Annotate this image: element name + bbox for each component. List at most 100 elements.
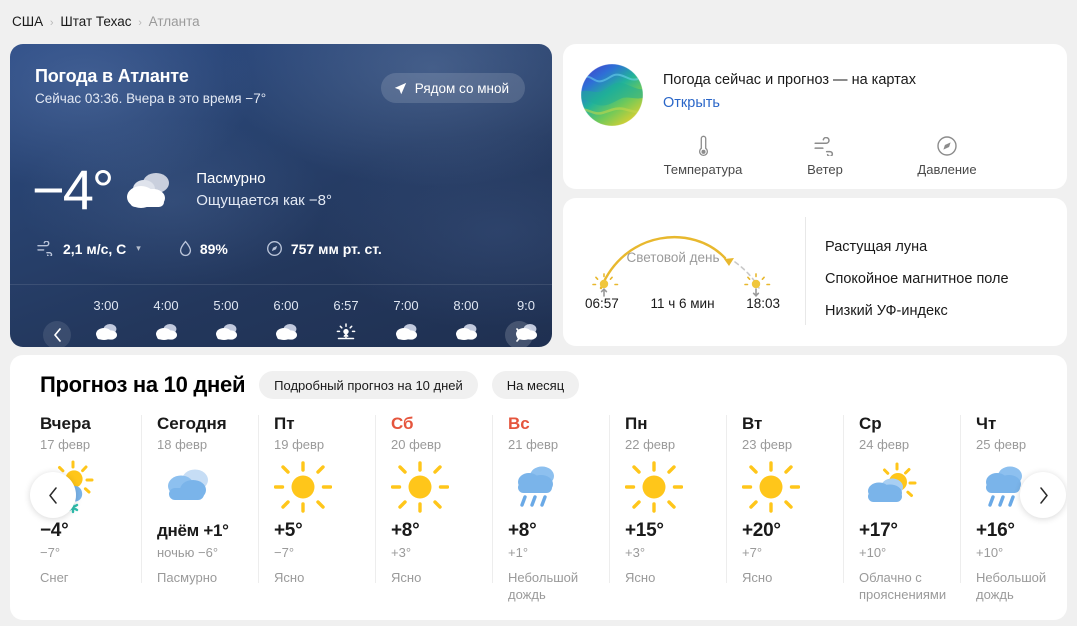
day-condition: Ясно (391, 570, 422, 585)
day-temperature: +17° (859, 520, 898, 541)
humidity-drop-icon (179, 240, 192, 257)
night-temperature: −7° (274, 545, 295, 560)
cloudy-icon (436, 317, 496, 347)
day-name: Вчера (40, 414, 91, 433)
feels-like-text: Ощущается как −8° (196, 192, 333, 209)
ten-day-forecast-card: Прогноз на 10 дней Подробный прогноз на … (10, 355, 1067, 620)
forecast-next-button[interactable] (1020, 472, 1066, 518)
wind-icon (777, 133, 873, 159)
pressure-gauge-icon (899, 133, 995, 159)
hour-item[interactable]: 6:00 −4° (256, 297, 316, 347)
breadcrumb-item-country[interactable]: США (12, 14, 43, 29)
cloudy-icon (376, 317, 436, 347)
detailed-forecast-pill[interactable]: Подробный прогноз на 10 дней (259, 371, 478, 399)
night-temperature: +7° (742, 545, 763, 560)
cloudy-icon (157, 456, 258, 518)
hourly-forecast-strip: 3:00 −4° 4:00 −4° 5:00 (10, 284, 552, 347)
hour-item[interactable]: 8:00 −3° (436, 297, 496, 347)
forecast-prev-button[interactable] (30, 472, 76, 518)
forecast-day[interactable]: Пн 22 февр +15° +3° Ясно (609, 413, 726, 603)
forecast-day[interactable]: Ср 24 февр +17° +10° Облачно с прояснени… (843, 413, 960, 603)
forecast-day[interactable]: Вс 21 февр +8° +1° Небольшой дождь (492, 413, 609, 603)
day-temperature: +5° (274, 520, 303, 541)
current-temperature: −4° (32, 158, 114, 221)
weather-page: США › Штат Техас › Атланта Погода в Атла… (0, 0, 1077, 626)
hour-item-sunrise: 6:57 Восход (316, 297, 376, 347)
hour-time: 4:00 (153, 298, 179, 313)
day-temperature: днём +1° (157, 521, 229, 540)
day-date: 22 февр (625, 437, 676, 452)
map-layer-list: Температура Ветер Давление (655, 133, 995, 177)
thermometer-icon (655, 133, 751, 159)
map-layer-temperature[interactable]: Температура (655, 133, 751, 177)
hour-item[interactable]: 4:00 −4° (136, 297, 196, 347)
day-temperature: −4° (40, 520, 69, 541)
day-name: Пт (274, 414, 295, 433)
sun-icon (391, 456, 492, 518)
breadcrumb-separator: › (138, 17, 142, 29)
sunrise-icon (316, 317, 376, 347)
hour-item[interactable]: 5:00 −4° (196, 297, 256, 347)
sun-icon (742, 456, 843, 518)
hour-time: 5:00 (213, 298, 239, 313)
hour-time: 6:00 (273, 298, 299, 313)
forecast-day[interactable]: Сб 20 февр +8° +3° Ясно (375, 413, 492, 603)
current-time-subtitle: Сейчас 03:36. Вчера в это время −7° (35, 91, 267, 106)
night-temperature: ночью −6° (157, 545, 219, 560)
day-condition: Небольшой дождь (976, 570, 1047, 602)
day-date: 19 февр (274, 437, 325, 452)
forecast-header: Прогноз на 10 дней Подробный прогноз на … (40, 371, 580, 399)
day-date: 24 февр (859, 437, 910, 452)
night-temperature: +10° (976, 545, 1004, 560)
breadcrumb-item-city: Атланта (148, 14, 200, 29)
sunset-time: 18:03 (746, 296, 780, 311)
condition-block: Пасмурно Ощущается как −8° (196, 168, 332, 212)
sunrise-time: 06:57 (585, 296, 619, 311)
maps-open-link[interactable]: Открыть (663, 95, 720, 111)
cloudy-icon (196, 317, 256, 347)
chevron-down-icon[interactable]: ▾ (136, 243, 141, 254)
night-temperature: +3° (391, 545, 412, 560)
hourly-prev-button[interactable] (43, 321, 71, 347)
monthly-forecast-pill[interactable]: На месяц (491, 371, 580, 399)
hour-time: 6:57 (333, 298, 359, 313)
night-temperature: +10° (859, 545, 887, 560)
cloudy-icon (120, 167, 176, 213)
map-layer-wind[interactable]: Ветер (777, 133, 873, 177)
hour-item[interactable]: 3:00 −4° (76, 297, 136, 347)
forecast-day[interactable]: Сегодня 18 февр днём +1° ночью −6° Пасму… (141, 413, 258, 603)
current-temperature-row: −4° Пасмурно Ощущается как −8° (32, 162, 332, 218)
forecast-days-list: Вчера 17 февр −4° −7° Снег Сегодня 18 фе… (24, 413, 1067, 603)
nearby-button[interactable]: Рядом со мной (380, 73, 525, 103)
day-condition: Небольшой дождь (508, 570, 579, 602)
partly-cloudy-icon (859, 456, 960, 518)
map-layer-label: Ветер (807, 162, 843, 177)
daylight-card: Световой день 06:57 11 ч 6 мин 18:03 Рас… (563, 198, 1067, 346)
cloudy-icon (256, 317, 316, 347)
night-temperature: +1° (508, 545, 529, 560)
forecast-day[interactable]: Пт 19 февр +5° −7° Ясно (258, 413, 375, 603)
map-layer-label: Давление (917, 162, 977, 177)
weather-globe-icon (580, 63, 644, 127)
hourly-list: 3:00 −4° 4:00 −4° 5:00 (76, 297, 552, 347)
current-metrics: 2,1 м/с, С ▾ 89% 757 мм рт. ст. (36, 240, 382, 257)
hour-time: 9:0 (516, 298, 536, 313)
day-temperature: +15° (625, 520, 664, 541)
wind-metric[interactable]: 2,1 м/с, С ▾ (36, 241, 141, 257)
hourly-next-button[interactable] (505, 321, 533, 347)
day-condition: Ясно (625, 570, 656, 585)
sun-icon (625, 456, 726, 518)
day-name: Ср (859, 414, 882, 433)
map-layer-pressure[interactable]: Давление (899, 133, 995, 177)
map-layer-label: Температура (663, 162, 743, 177)
pressure-metric: 757 мм рт. ст. (266, 240, 382, 257)
forecast-day[interactable]: Вт 23 февр +20° +7° Ясно (726, 413, 843, 603)
hour-item[interactable]: 7:00 −4° (376, 297, 436, 347)
humidity-value: 89% (199, 240, 228, 257)
daylight-label: Световой день (626, 250, 720, 265)
day-name: Вс (508, 414, 530, 433)
weather-maps-card[interactable]: Погода сейчас и прогноз — на картах Откр… (563, 44, 1067, 189)
wind-icon (36, 241, 55, 256)
breadcrumb-item-state[interactable]: Штат Техас (60, 14, 131, 29)
day-condition: Ясно (274, 570, 305, 585)
